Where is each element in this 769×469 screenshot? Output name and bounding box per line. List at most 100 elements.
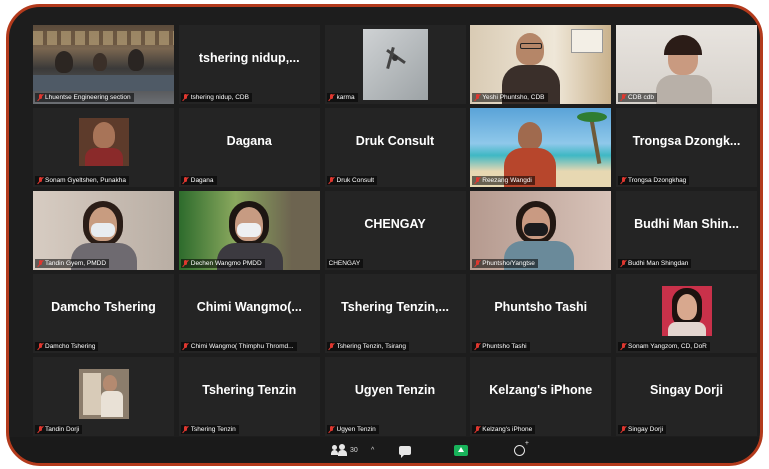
participant-tile[interactable]: Lhuentse Engineering section <box>33 25 174 104</box>
participant-tile[interactable]: Tshering Tenzin,... Tshering Tenzin, Tsir… <box>324 274 466 353</box>
participant-name: Yeshi Phuntsho, CDB <box>482 94 545 101</box>
share-screen-button[interactable] <box>454 442 468 458</box>
participant-display-name: Budhi Man Shin... <box>634 217 739 231</box>
participant-name: tshering nidup, CDB <box>190 94 249 101</box>
participant-tile[interactable]: Damcho Tshering Damcho Tshering <box>33 274 174 353</box>
participant-display-name: Tshering Tenzin,... <box>341 300 449 314</box>
mic-muted-icon <box>474 343 480 350</box>
participant-display-name: Tshering Tenzin <box>202 383 297 397</box>
participant-name-label: Dagana <box>180 176 217 185</box>
participant-name: Damcho Tshering <box>45 343 96 350</box>
mic-muted-icon <box>329 177 335 184</box>
participant-name-label: tshering nidup, CDB <box>180 93 252 102</box>
participant-name: Reezang Wangdi <box>482 177 532 184</box>
participant-tile[interactable]: Reezang Wangdi <box>470 108 612 187</box>
participant-tile[interactable]: Dechen Wangmo PMDD <box>178 191 320 270</box>
meeting-toolbar: 30 ^ <box>9 437 760 463</box>
participant-tile[interactable]: karma <box>324 25 466 104</box>
mic-muted-icon <box>37 426 43 433</box>
participant-tile[interactable]: Tandin Gyem, PMDD <box>33 191 174 270</box>
participant-name: CDB cdb <box>628 94 655 101</box>
share-screen-icon <box>454 444 468 456</box>
participant-tile[interactable]: Sonam Gyeltshen, Punakha <box>33 108 174 187</box>
participant-tile[interactable]: Sonam Yangzom, CD, DoR <box>616 274 757 353</box>
participant-name-label: Phuntsho Tashi <box>472 342 530 351</box>
participant-tile[interactable]: Tandin Dorji <box>33 357 174 436</box>
participant-tile[interactable]: Kelzang's iPhone Kelzang's iPhone <box>470 357 612 436</box>
gallery-grid: Lhuentse Engineering section tshering nid… <box>33 25 757 440</box>
participant-name-label: Tandin Dorji <box>35 425 83 434</box>
mic-muted-icon <box>37 260 43 267</box>
participant-name: Phuntsho Tashi <box>482 343 527 350</box>
participant-name-label: Sonam Gyeltshen, Punakha <box>35 176 129 185</box>
participant-name: Ugyen Tenzin <box>336 426 376 433</box>
participants-menu-caret[interactable]: ^ <box>371 442 374 458</box>
participant-tile[interactable]: Budhi Man Shin... Budhi Man Shingdan <box>616 191 757 270</box>
participant-count: 30 <box>350 446 358 454</box>
participant-tile[interactable]: Yeshi Phuntsho, CDB <box>470 25 612 104</box>
mic-muted-icon <box>183 343 189 350</box>
participant-name: Tshering Tenzin, Tsirang <box>336 343 407 350</box>
participant-name: Phuntsho/Yangtse <box>482 260 535 267</box>
participant-display-name: Phuntsho Tashi <box>494 300 588 314</box>
participant-display-name: Trongsa Dzongk... <box>632 134 741 148</box>
profile-picture <box>78 369 129 419</box>
participant-name-label: Budhi Man Shingdan <box>618 259 692 268</box>
participant-name-label: Yeshi Phuntsho, CDB <box>472 93 548 102</box>
participant-tile[interactable]: tshering nidup,... tshering nidup, CDB <box>178 25 320 104</box>
meeting-window: Lhuentse Engineering section tshering nid… <box>6 4 763 466</box>
participant-name: Druk Consult <box>336 177 375 184</box>
mic-muted-icon <box>183 260 189 267</box>
mic-muted-icon <box>329 343 335 350</box>
participant-name-label: Kelzang's iPhone <box>472 425 536 434</box>
participant-name: Sonam Gyeltshen, Punakha <box>45 177 126 184</box>
participant-display-name: Ugyen Tenzin <box>354 383 436 397</box>
participant-display-name: Chimi Wangmo(... <box>196 300 302 314</box>
mic-muted-icon <box>37 94 43 101</box>
mic-muted-icon <box>474 94 480 101</box>
participant-name: CHENGAY <box>328 260 361 267</box>
participant-name-label: Lhuentse Engineering section <box>35 93 134 102</box>
participant-name-label: CHENGAY <box>326 259 364 268</box>
participant-display-name: Dagana <box>226 134 272 148</box>
participant-tile[interactable]: CHENGAY CHENGAY <box>324 191 466 270</box>
chat-icon <box>399 445 411 458</box>
participant-name: Trongsa Dzongkhag <box>628 177 687 184</box>
participants-button[interactable]: 30 <box>331 442 358 458</box>
participant-name-label: Dechen Wangmo PMDD <box>180 259 265 268</box>
participant-tile[interactable]: Singay Dorji Singay Dorji <box>616 357 757 436</box>
participant-tile[interactable]: Phuntsho/Yangtse <box>470 191 612 270</box>
reactions-button[interactable] <box>514 440 529 458</box>
participant-tile[interactable]: Tshering Tenzin Tshering Tenzin <box>178 357 320 436</box>
participant-name-label: CDB cdb <box>618 93 658 102</box>
reactions-icon <box>514 440 529 456</box>
participant-name: Lhuentse Engineering section <box>45 94 131 101</box>
participant-display-name: tshering nidup,... <box>198 51 300 65</box>
participant-tile[interactable]: Chimi Wangmo(... Chimi Wangmo( Thimphu Th… <box>178 274 320 353</box>
participant-tile[interactable]: Phuntsho Tashi Phuntsho Tashi <box>470 274 612 353</box>
participant-name-label: karma <box>326 93 358 102</box>
participant-name-label: Ugyen Tenzin <box>326 425 379 434</box>
participant-tile[interactable]: Ugyen Tenzin Ugyen Tenzin <box>324 357 466 436</box>
participant-name-label: Sonam Yangzom, CD, DoR <box>618 342 710 351</box>
participant-name: Tandin Gyem, PMDD <box>45 260 107 267</box>
participant-name-label: Reezang Wangdi <box>472 176 535 185</box>
profile-picture <box>78 118 129 166</box>
participant-name: Tandin Dorji <box>45 426 80 433</box>
participant-display-name: Singay Dorji <box>650 383 723 397</box>
participant-name: Singay Dorji <box>628 426 664 433</box>
chevron-up-icon: ^ <box>371 446 375 454</box>
mic-muted-icon <box>620 426 626 433</box>
mic-muted-icon <box>37 343 43 350</box>
chat-button[interactable] <box>399 442 411 458</box>
mic-muted-icon <box>37 177 43 184</box>
mic-muted-icon <box>474 177 480 184</box>
participant-tile[interactable]: Druk Consult Druk Consult <box>324 108 466 187</box>
participant-tile[interactable]: CDB cdb <box>616 25 757 104</box>
participant-name-label: Trongsa Dzongkhag <box>618 176 690 185</box>
profile-picture <box>661 286 712 336</box>
participant-name-label: Tandin Gyem, PMDD <box>35 259 110 268</box>
participant-tile[interactable]: Trongsa Dzongk... Trongsa Dzongkhag <box>616 108 757 187</box>
participant-tile[interactable]: Dagana Dagana <box>178 108 320 187</box>
mic-muted-icon <box>329 94 335 101</box>
